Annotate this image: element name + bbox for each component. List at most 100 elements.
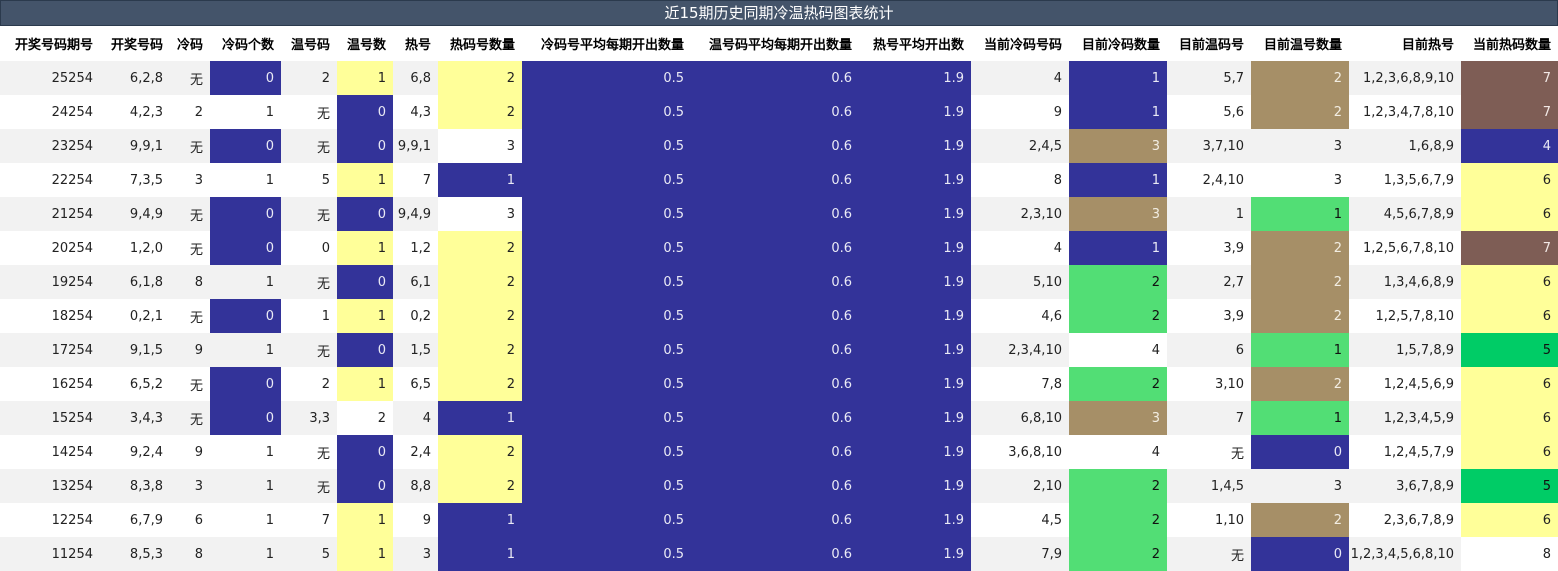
table-cell[interactable]: 无 [170,61,210,95]
table-cell[interactable]: 3 [1069,197,1167,231]
table-cell[interactable]: 1.9 [859,231,971,265]
table-cell[interactable]: 6 [1461,163,1558,197]
table-cell[interactable]: 9,2,4 [100,435,170,469]
table-cell[interactable]: 4 [1069,333,1167,367]
table-cell[interactable]: 0 [337,129,393,163]
table-cell[interactable]: 0.5 [522,469,691,503]
table-cell[interactable]: 1,2,4,5,7,9 [1349,435,1461,469]
table-cell[interactable]: 2,7 [1167,265,1251,299]
table-cell[interactable]: 2,3,4,10 [971,333,1069,367]
table-cell[interactable]: 0,2,1 [100,299,170,333]
table-cell[interactable]: 无 [281,197,337,231]
table-cell[interactable]: 0 [210,401,281,435]
table-cell[interactable]: 15254 [0,401,100,435]
table-cell[interactable]: 1 [210,469,281,503]
table-cell[interactable]: 7,3,5 [100,163,170,197]
table-cell[interactable]: 3,7,10 [1167,129,1251,163]
table-cell[interactable]: 6 [170,503,210,537]
table-cell[interactable]: 1 [337,163,393,197]
table-cell[interactable]: 8 [170,537,210,571]
table-cell[interactable]: 2 [281,61,337,95]
table-cell[interactable]: 2 [337,401,393,435]
table-cell[interactable]: 1 [1069,61,1167,95]
table-cell[interactable]: 0 [210,129,281,163]
table-cell[interactable]: 2 [1251,231,1349,265]
table-cell[interactable]: 0.6 [691,163,859,197]
table-cell[interactable]: 1,5 [393,333,438,367]
table-cell[interactable]: 20254 [0,231,100,265]
table-cell[interactable]: 1 [337,503,393,537]
table-cell[interactable]: 4,5,6,7,8,9 [1349,197,1461,231]
table-cell[interactable]: 1,2,3,4,5,6,8,10 [1349,537,1461,571]
table-cell[interactable]: 3 [170,163,210,197]
table-cell[interactable]: 4,5 [971,503,1069,537]
column-header[interactable]: 冷码 [170,26,210,61]
column-header[interactable]: 热号 [393,26,438,61]
table-cell[interactable]: 2 [438,469,522,503]
table-cell[interactable]: 1,2,0 [100,231,170,265]
table-cell[interactable]: 8 [971,163,1069,197]
table-cell[interactable]: 1.9 [859,469,971,503]
table-cell[interactable]: 0.5 [522,401,691,435]
table-cell[interactable]: 1 [210,163,281,197]
table-cell[interactable]: 6 [1461,435,1558,469]
table-cell[interactable]: 3,4,3 [100,401,170,435]
table-cell[interactable]: 6 [1461,299,1558,333]
table-cell[interactable]: 无 [170,231,210,265]
table-cell[interactable]: 1.9 [859,299,971,333]
table-cell[interactable]: 2 [438,231,522,265]
table-cell[interactable]: 8,5,3 [100,537,170,571]
table-cell[interactable]: 3 [393,537,438,571]
table-cell[interactable]: 2 [438,367,522,401]
table-cell[interactable]: 6 [1167,333,1251,367]
table-cell[interactable]: 5 [281,537,337,571]
table-cell[interactable]: 1,4,5 [1167,469,1251,503]
table-cell[interactable]: 无 [1167,537,1251,571]
table-cell[interactable]: 0 [1251,537,1349,571]
table-cell[interactable]: 0 [210,367,281,401]
table-cell[interactable]: 0.6 [691,435,859,469]
table-cell[interactable]: 9 [170,333,210,367]
table-cell[interactable]: 1 [1251,333,1349,367]
table-cell[interactable]: 0 [210,299,281,333]
column-header[interactable]: 热号平均开出数 [859,26,971,61]
table-cell[interactable]: 7 [281,503,337,537]
table-cell[interactable]: 9,4,9 [393,197,438,231]
column-header[interactable]: 热码号数量 [438,26,522,61]
table-cell[interactable]: 7,8 [971,367,1069,401]
table-cell[interactable]: 6 [1461,367,1558,401]
table-cell[interactable]: 2,3,10 [971,197,1069,231]
table-cell[interactable]: 2 [1069,367,1167,401]
table-cell[interactable]: 0.6 [691,401,859,435]
table-cell[interactable]: 1 [337,537,393,571]
table-cell[interactable]: 2 [1251,367,1349,401]
table-cell[interactable]: 1,2,5,7,8,10 [1349,299,1461,333]
table-cell[interactable]: 1.9 [859,129,971,163]
table-cell[interactable]: 1,6,8,9 [1349,129,1461,163]
table-cell[interactable]: 无 [170,197,210,231]
table-cell[interactable]: 1.9 [859,95,971,129]
column-header[interactable]: 温号码 [281,26,337,61]
table-cell[interactable]: 5,7 [1167,61,1251,95]
table-cell[interactable]: 2 [1069,265,1167,299]
table-cell[interactable]: 4 [393,401,438,435]
table-cell[interactable]: 4 [1461,129,1558,163]
table-cell[interactable]: 1 [281,299,337,333]
table-cell[interactable]: 9,9,1 [100,129,170,163]
table-cell[interactable]: 4,3 [393,95,438,129]
table-cell[interactable]: 8 [1461,537,1558,571]
table-cell[interactable]: 8,8 [393,469,438,503]
table-cell[interactable]: 3,3 [281,401,337,435]
table-cell[interactable]: 2 [1251,299,1349,333]
table-cell[interactable]: 0.6 [691,537,859,571]
table-cell[interactable]: 2 [1251,61,1349,95]
table-cell[interactable]: 1 [1069,231,1167,265]
column-header[interactable]: 开奖号码期号 [0,26,100,61]
table-cell[interactable]: 3 [438,129,522,163]
table-cell[interactable]: 0.5 [522,299,691,333]
table-cell[interactable]: 1,2,4,5,6,9 [1349,367,1461,401]
table-cell[interactable]: 5,6 [1167,95,1251,129]
table-cell[interactable]: 9,1,5 [100,333,170,367]
table-cell[interactable]: 1,2,3,4,5,9 [1349,401,1461,435]
column-header[interactable]: 目前温码号 [1167,26,1251,61]
